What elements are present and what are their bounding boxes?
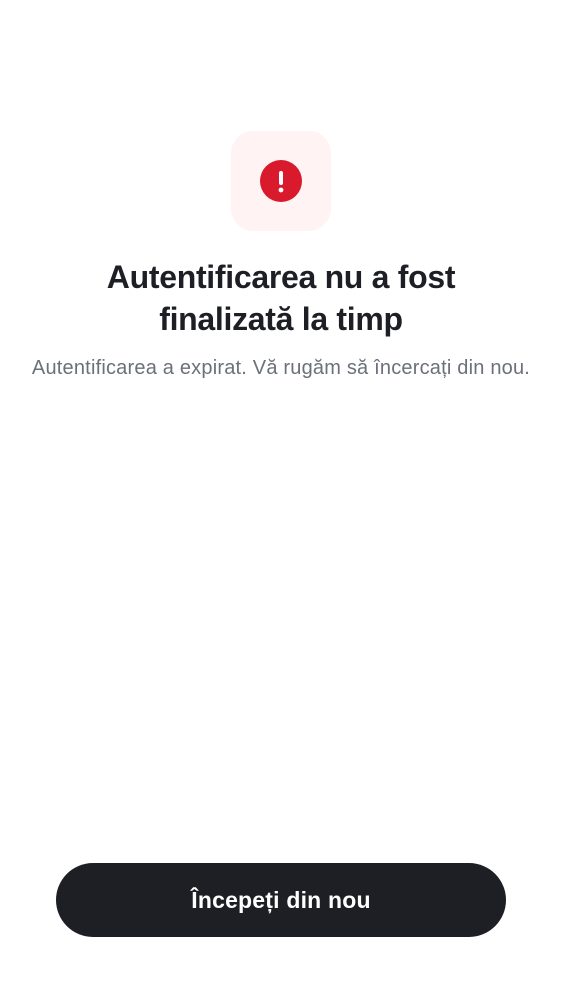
expired-message: Autentificarea a expirat. Vă rugăm să în… [31, 357, 531, 379]
restart-button[interactable]: Începeți din nou [56, 863, 506, 937]
page-title: Autentificarea nu a fost finalizată la t… [106, 259, 456, 337]
exclamation-icon [260, 160, 302, 202]
session-expired-screen: Autentificarea nu a fost finalizată la t… [0, 0, 562, 1000]
alert-icon-tile [231, 131, 331, 231]
